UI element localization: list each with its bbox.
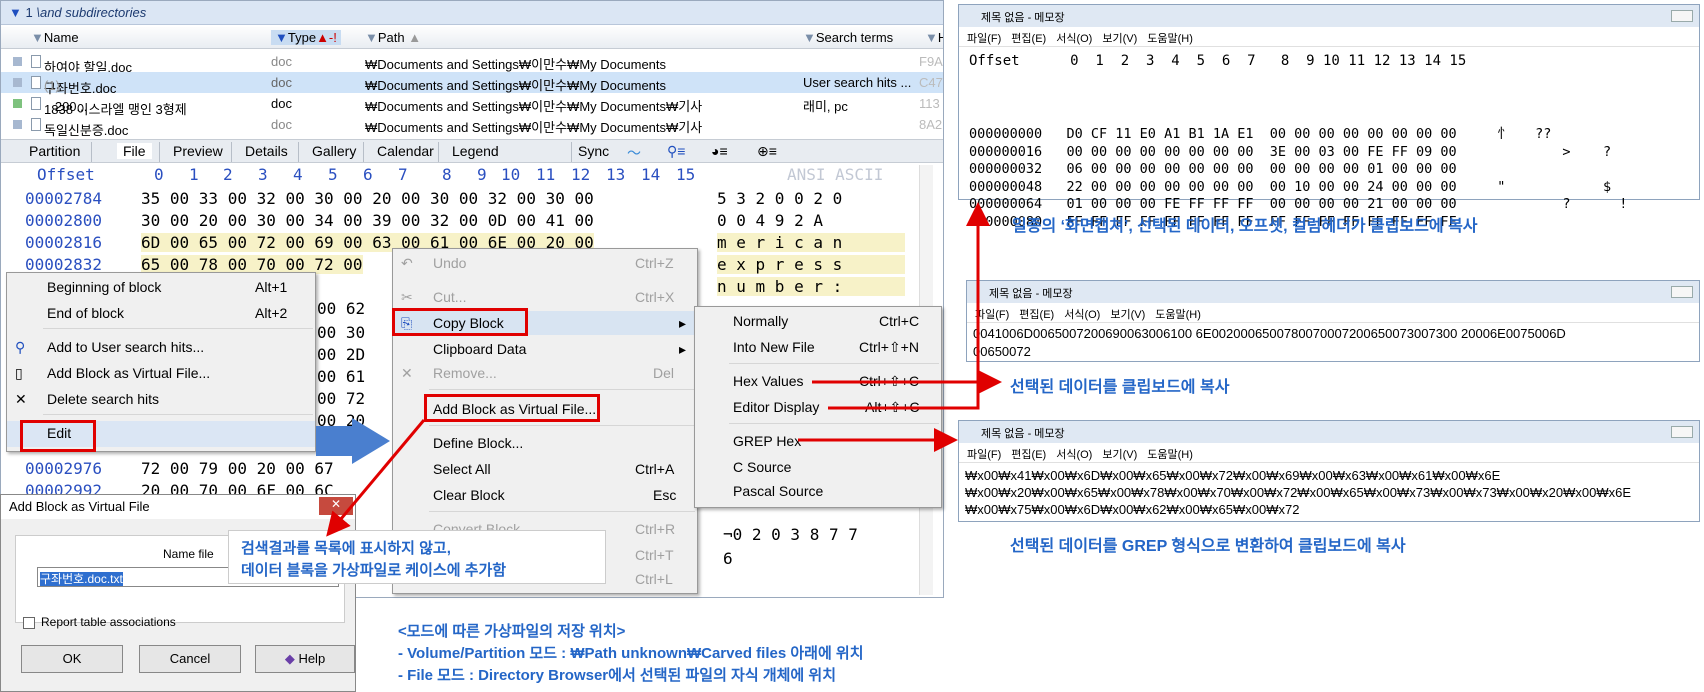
- arrow-editor-display: [828, 202, 990, 410]
- red-arrows: [326, 202, 1002, 537]
- notes-title: <모드에 따른 가상파일의 저장 위치>: [398, 623, 626, 640]
- arrow-add-virtual-file: [326, 419, 426, 537]
- notes-volume-mode: - Volume/Partition 모드 : ₩Path unknown₩Ca…: [398, 645, 864, 662]
- notes-file-mode: - File 모드 : Directory Browser에서 선택된 파일의 …: [398, 667, 836, 684]
